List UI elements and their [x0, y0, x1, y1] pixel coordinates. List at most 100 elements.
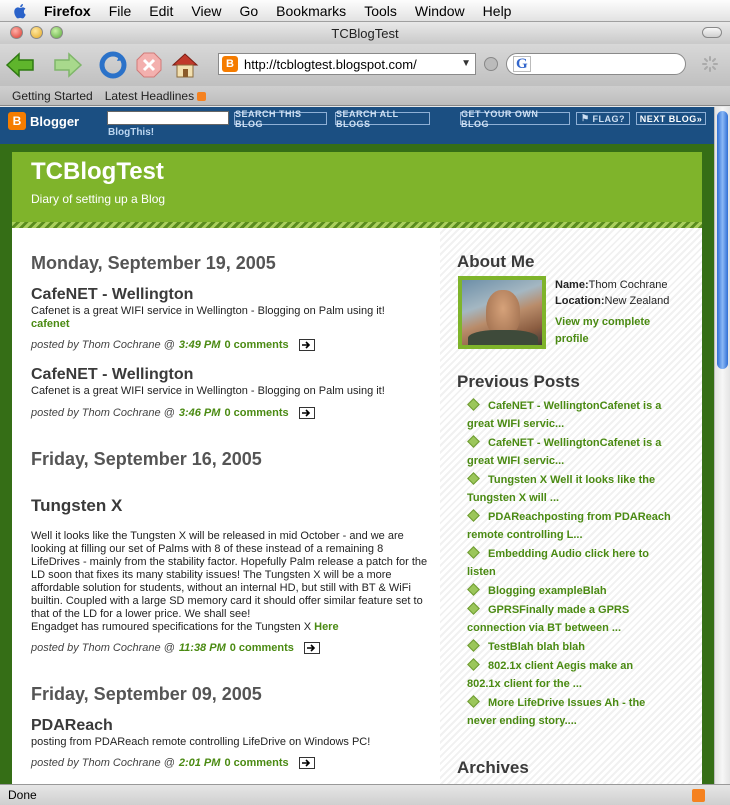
blog-header: TCBlogTest Diary of setting up a Blog [12, 152, 702, 222]
menu-go[interactable]: Go [239, 3, 258, 19]
menu-edit[interactable]: Edit [149, 3, 173, 19]
blogger-logo[interactable]: B Blogger [8, 112, 79, 130]
diamond-bullet-icon [467, 695, 480, 708]
post-permalink[interactable]: 3:46 PM [179, 407, 221, 419]
list-item[interactable]: CafeNET - WellingtonCafenet is a great WI… [467, 434, 689, 470]
post-body: Well it looks like the Tungsten X will b… [31, 530, 428, 633]
menu-file[interactable]: File [109, 3, 132, 19]
list-item[interactable]: GPRSFinally made a GPRS connection via BT… [467, 601, 689, 637]
window-controls [10, 26, 63, 39]
email-post-icon[interactable] [298, 407, 315, 419]
flag-button[interactable]: ⚑ FLAG? [576, 112, 630, 125]
minimize-window-button[interactable] [30, 26, 43, 39]
back-arrow-icon [5, 52, 34, 78]
menu-bookmarks[interactable]: Bookmarks [276, 3, 346, 19]
blogger-favicon-icon: B [222, 56, 238, 72]
url-bar[interactable]: B http://tcblogtest.blogspot.com/ ▼ [218, 53, 476, 75]
stop-button[interactable] [132, 48, 166, 82]
date-header: Monday, September 19, 2005 [31, 253, 276, 273]
apple-menu-icon[interactable] [12, 3, 30, 19]
go-button[interactable] [484, 57, 498, 71]
post-body: Cafenet is a great WIFI service in Welli… [31, 385, 385, 397]
menu-window[interactable]: Window [415, 3, 465, 19]
rss-feed-icon[interactable] [692, 789, 705, 802]
about-me-heading: About Me [457, 252, 535, 271]
zoom-window-button[interactable] [50, 26, 63, 39]
list-item[interactable]: Blogging exampleBlah [467, 582, 689, 600]
menu-help[interactable]: Help [483, 3, 512, 19]
blogger-b-icon: B [8, 112, 26, 130]
forward-button[interactable] [50, 48, 84, 82]
post-footer: posted by Thom Cochrane @ 11:38 PM 0 com… [31, 642, 320, 654]
search-this-blog-button[interactable]: SEARCH THIS BLOG [234, 109, 327, 129]
view-profile-link[interactable]: View my complete profile [555, 314, 665, 348]
post-footer: posted by Thom Cochrane @ 3:46 PM 0 comm… [31, 407, 315, 419]
menu-firefox[interactable]: Firefox [44, 3, 91, 19]
search-bar[interactable]: G [506, 53, 686, 75]
url-dropdown-icon[interactable]: ▼ [461, 58, 471, 69]
home-button[interactable] [168, 48, 202, 82]
scrollbar-thumb[interactable] [717, 111, 728, 369]
vertical-scrollbar[interactable] [714, 107, 730, 784]
list-item[interactable]: Tungsten X Well it looks like the Tungste… [467, 471, 689, 507]
diamond-bullet-icon [467, 583, 480, 596]
page-viewport: B Blogger SEARCH THIS BLOG SEARCH ALL BL… [0, 107, 714, 784]
post-title[interactable]: CafeNET - Wellington [31, 366, 193, 384]
list-item[interactable]: CafeNET - WellingtonCafenet is a great WI… [467, 397, 689, 433]
list-item[interactable]: More LifeDrive Issues Ah - the never endi… [467, 694, 689, 730]
url-text: http://tcblogtest.blogspot.com/ [244, 56, 417, 72]
post-comments-link[interactable]: 0 comments [224, 757, 288, 769]
post-comments-link[interactable]: 0 comments [230, 642, 294, 654]
back-button[interactable] [4, 48, 38, 82]
search-all-blogs-button[interactable]: SEARCH ALL BLOGS [335, 109, 430, 129]
flag-icon: ⚑ [580, 113, 590, 123]
list-item[interactable]: PDAReachposting from PDAReach remote cont… [467, 508, 689, 544]
close-window-button[interactable] [10, 26, 23, 39]
blog-description: Diary of setting up a Blog [31, 192, 166, 206]
profile-name: Name:Thom Cochrane [555, 279, 668, 291]
post-permalink[interactable]: 3:49 PM [179, 339, 221, 351]
google-search-engine-icon[interactable]: G [513, 56, 531, 72]
post-permalink[interactable]: 11:38 PM [179, 642, 226, 654]
post-title[interactable]: Tungsten X [31, 496, 122, 516]
post-title[interactable]: PDAReach [31, 717, 113, 735]
post-link[interactable]: Here [314, 621, 338, 633]
reload-button[interactable] [96, 48, 130, 82]
stop-icon [136, 52, 162, 78]
status-bar: Done [0, 784, 730, 805]
mac-menubar: Firefox File Edit View Go Bookmarks Tool… [0, 0, 730, 22]
bookmark-latest-headlines[interactable]: Latest Headlines [105, 89, 207, 103]
post-footer: posted by Thom Cochrane @ 2:01 PM 0 comm… [31, 757, 315, 769]
toolbar-toggle-button[interactable] [702, 27, 722, 38]
diamond-bullet-icon [467, 602, 480, 615]
menu-view[interactable]: View [191, 3, 221, 19]
post-comments-link[interactable]: 0 comments [224, 407, 288, 419]
next-blog-button[interactable]: NEXT BLOG» [636, 112, 706, 125]
menu-tools[interactable]: Tools [364, 3, 397, 19]
date-header: Friday, September 09, 2005 [31, 684, 262, 704]
post-body: Cafenet is a great WIFI service in Welli… [31, 305, 385, 330]
list-item[interactable]: 802.1x client Aegis make an 802.1x client… [467, 657, 689, 693]
profile-photo[interactable] [458, 276, 546, 349]
home-icon [171, 53, 199, 78]
email-post-icon[interactable] [303, 642, 320, 654]
list-item[interactable]: TestBlah blah blah [467, 638, 689, 656]
get-your-own-blog-button[interactable]: GET YOUR OWN BLOG [460, 109, 570, 129]
date-header: Friday, September 16, 2005 [31, 449, 262, 469]
email-post-icon[interactable] [298, 757, 315, 769]
blog-search-input[interactable] [107, 111, 229, 125]
email-post-icon[interactable] [298, 339, 315, 351]
blogthis-link[interactable]: BlogThis! [108, 127, 154, 138]
post-permalink[interactable]: 2:01 PM [179, 757, 221, 769]
bookmark-getting-started[interactable]: Getting Started [12, 89, 93, 103]
diamond-bullet-icon [467, 546, 480, 559]
post-title[interactable]: CafeNET - Wellington [31, 286, 193, 304]
firefox-window: Firefox File Edit View Go Bookmarks Tool… [0, 0, 730, 805]
post-comments-link[interactable]: 0 comments [224, 339, 288, 351]
window-titlebar: TCBlogTest [0, 22, 730, 44]
forward-arrow-icon [54, 52, 83, 78]
post-link[interactable]: cafenet [31, 318, 70, 330]
bookmarks-toolbar: Getting Started Latest Headlines [0, 86, 730, 106]
list-item[interactable]: Embedding Audio click here to listen [467, 545, 689, 581]
blog-title[interactable]: TCBlogTest [31, 158, 164, 186]
